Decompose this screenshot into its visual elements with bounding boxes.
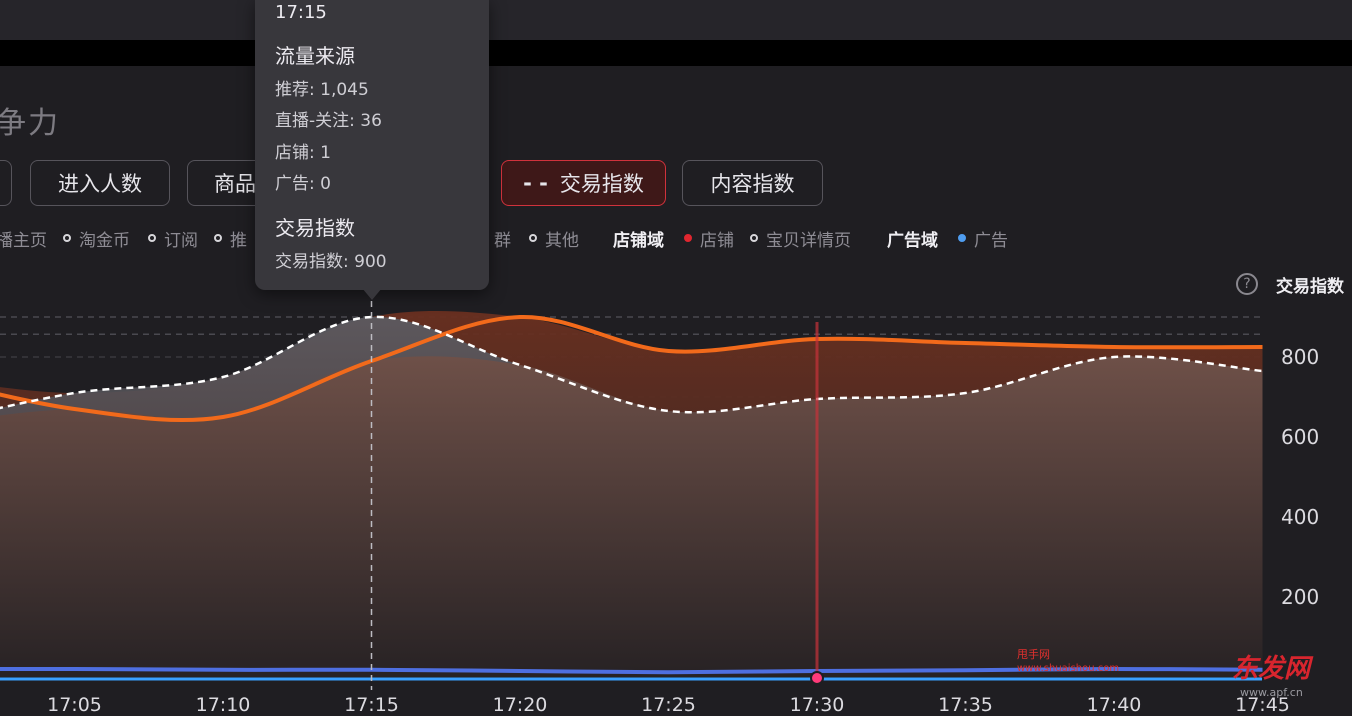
y-tick-label: 600: [1281, 425, 1320, 449]
watermark-logo: 东发网: [1232, 654, 1311, 684]
tooltip: 17:15 流量来源 推荐: 1,045 直播-关注: 36 店铺: 1 广告:…: [255, 0, 489, 300]
x-tick-label: 17:30: [789, 694, 845, 716]
x-tick-label: 17:25: [641, 694, 696, 716]
x-tick-label: 17:15: [344, 694, 399, 716]
chart-plot: [0, 290, 1263, 690]
tooltip-arrow: [362, 288, 382, 300]
watermark-site-name: 甩手网: [1017, 648, 1050, 661]
watermark-site-url: www.shuaishou.com: [1017, 663, 1120, 674]
x-tick-label: 17:10: [195, 694, 251, 716]
tooltip-row: 广告: 0: [275, 174, 331, 194]
y-tick-label: 400: [1281, 505, 1320, 529]
watermark-logo-url: www.apf.cn: [1240, 686, 1303, 699]
tooltip-section-title: 流量来源: [275, 44, 355, 68]
tooltip-row: 店铺: 1: [275, 143, 331, 163]
tooltip-row: 推荐: 1,045: [275, 80, 369, 100]
x-tick-label: 17:35: [938, 694, 993, 716]
tooltip-section-title: 交易指数: [275, 216, 355, 240]
tooltip-time: 17:15: [275, 2, 327, 23]
tooltip-row: 交易指数: 900: [275, 252, 387, 272]
tooltip-row: 直播-关注: 36: [275, 111, 382, 131]
marker-dot: [810, 671, 824, 685]
x-tick-label: 17:40: [1086, 694, 1142, 716]
y-tick-label: 200: [1281, 585, 1320, 609]
x-tick-label: 17:05: [47, 694, 102, 716]
x-tick-label: 17:20: [492, 694, 548, 716]
y-tick-label: 800: [1281, 345, 1320, 369]
